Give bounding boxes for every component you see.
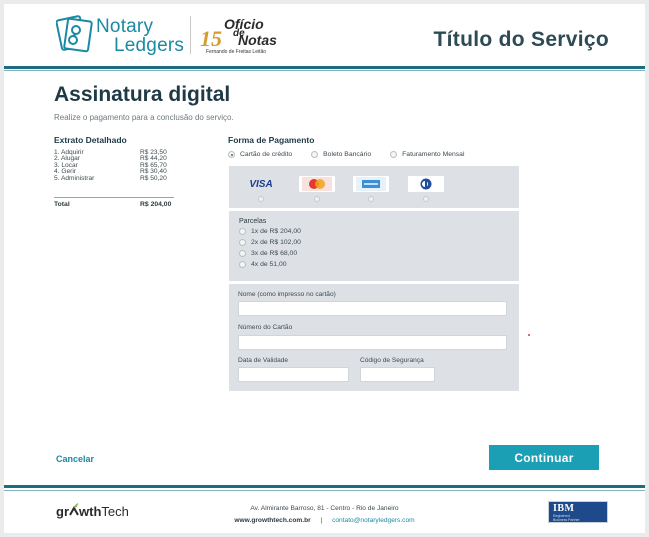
installment-option[interactable]: 1x de R$ 204,00 bbox=[239, 228, 301, 235]
card-details-panel: Nome (como impresso no cartão) Número do… bbox=[229, 284, 519, 391]
ibm-sub-line2: Business Partner bbox=[553, 517, 580, 522]
installment-option[interactable]: 3x de R$ 68,00 bbox=[239, 250, 297, 257]
mastercard-icon[interactable] bbox=[299, 176, 335, 192]
card-name-input[interactable] bbox=[238, 301, 507, 316]
payment-method-boleto[interactable]: Boleto Bancário bbox=[311, 151, 371, 158]
visa-label: VISA bbox=[249, 178, 273, 190]
header-divider-thin bbox=[4, 70, 645, 71]
card-expiry-label: Data de Validade bbox=[238, 357, 289, 364]
notary-ledgers-logo-icon bbox=[56, 15, 93, 53]
footer-divider-thin bbox=[4, 490, 645, 491]
payment-method-credit-card[interactable]: Cartão de crédito bbox=[228, 151, 292, 158]
installment-label: 3x de R$ 68,00 bbox=[251, 250, 298, 257]
installment-option[interactable]: 4x de 51,00 bbox=[239, 261, 287, 268]
radio[interactable] bbox=[239, 261, 246, 268]
card-radio-diners[interactable] bbox=[423, 196, 429, 202]
mastercard-logo-icon bbox=[302, 177, 332, 191]
header-divider bbox=[4, 66, 645, 69]
card-expiry-input[interactable] bbox=[238, 367, 349, 382]
extrato-item-label: 5. Administrar bbox=[54, 174, 95, 182]
oficio-de-notas-logo: 15 Ofício de Notas Fernando de Freitas L… bbox=[200, 16, 300, 58]
footer-email-link[interactable]: contato@notaryledgers.com bbox=[332, 517, 415, 524]
brand-line2: Ledgers bbox=[114, 35, 185, 56]
ibm-partner-sub: Registered Business Partner bbox=[553, 514, 580, 523]
extrato-total: Total R$ 204,00 bbox=[54, 201, 174, 208]
extrato-list: 1. Adquirir R$ 23,50 2. Alugar R$ 44,20 … bbox=[54, 149, 174, 182]
notary-ledgers-logo[interactable]: Notary Ledgers bbox=[56, 14, 186, 56]
service-title: Título do Serviço bbox=[433, 28, 609, 51]
page-frame: Notary Ledgers 15 Ofício de Notas Fernan… bbox=[4, 4, 645, 533]
payment-method-label: Boleto Bancário bbox=[323, 151, 372, 158]
installment-label: 2x de R$ 102,00 bbox=[251, 239, 301, 246]
installment-label: 1x de R$ 204,00 bbox=[251, 228, 301, 235]
payment-method-label: Cartão de crédito bbox=[240, 151, 293, 158]
radio-selected[interactable] bbox=[228, 151, 235, 158]
required-marker bbox=[528, 334, 530, 336]
card-number-input[interactable] bbox=[238, 335, 507, 350]
extrato-total-amount: R$ 204,00 bbox=[140, 201, 172, 208]
page-subtitle: Realize o pagamento para a conclusão do … bbox=[54, 113, 234, 122]
radio[interactable] bbox=[239, 250, 246, 257]
visa-icon[interactable]: VISA bbox=[243, 176, 279, 192]
extrato-item: 5. Administrar R$ 50,20 bbox=[54, 174, 174, 182]
footer-site-link[interactable]: www.growthtech.com.br bbox=[234, 517, 310, 524]
card-number-label: Número do Cartão bbox=[238, 324, 293, 331]
ibm-logo-text: IBM bbox=[553, 503, 575, 514]
installments-title: Parcelas bbox=[239, 218, 267, 225]
extrato-item-amount: R$ 50,20 bbox=[140, 174, 167, 182]
card-radio-amex[interactable] bbox=[368, 196, 374, 202]
card-brand-panel: VISA bbox=[229, 166, 519, 208]
diners-logo-icon bbox=[411, 177, 441, 191]
installment-label: 4x de 51,00 bbox=[251, 261, 287, 268]
extrato-title: Extrato Detalhado bbox=[54, 135, 127, 145]
oficio-subtitle: Fernando de Freitas Leitão bbox=[206, 49, 267, 55]
payment-title: Forma de Pagamento bbox=[228, 135, 315, 145]
radio[interactable] bbox=[311, 151, 319, 158]
footer-divider bbox=[4, 485, 645, 488]
page-title: Assinatura digital bbox=[54, 83, 231, 106]
installment-option[interactable]: 2x de R$ 102,00 bbox=[239, 239, 301, 246]
radio[interactable] bbox=[239, 228, 246, 235]
header: Notary Ledgers 15 Ofício de Notas Fernan… bbox=[4, 4, 645, 66]
amex-logo-icon bbox=[356, 177, 386, 191]
installments-panel: Parcelas 1x de R$ 204,00 2x de R$ 102,00… bbox=[229, 211, 519, 281]
payment-method-options: Cartão de crédito Boleto Bancário Fatura… bbox=[228, 151, 483, 158]
card-cvv-input[interactable] bbox=[360, 367, 435, 382]
radio[interactable] bbox=[390, 151, 398, 158]
amex-icon[interactable] bbox=[353, 176, 389, 192]
card-name-label: Nome (como impresso no cartão) bbox=[238, 291, 336, 298]
card-radio-mastercard[interactable] bbox=[314, 196, 320, 202]
payment-method-monthly[interactable]: Faturamento Mensal bbox=[390, 151, 464, 158]
diners-icon[interactable] bbox=[408, 176, 444, 192]
cancel-link[interactable]: Cancelar bbox=[56, 454, 94, 464]
card-cvv-label: Código de Segurança bbox=[360, 357, 424, 364]
radio[interactable] bbox=[239, 239, 246, 246]
oficio-notas: Notas bbox=[238, 32, 277, 48]
footer-separator: | bbox=[320, 517, 323, 524]
logo-divider bbox=[190, 16, 191, 54]
ibm-partner-badge: IBM Registered Business Partner bbox=[548, 501, 608, 523]
continue-button[interactable]: Continuar bbox=[489, 445, 599, 470]
extrato-total-label: Total bbox=[54, 201, 70, 208]
payment-method-label: Faturamento Mensal bbox=[402, 151, 465, 158]
extrato-divider bbox=[54, 197, 174, 198]
card-radio-visa[interactable] bbox=[258, 196, 264, 202]
